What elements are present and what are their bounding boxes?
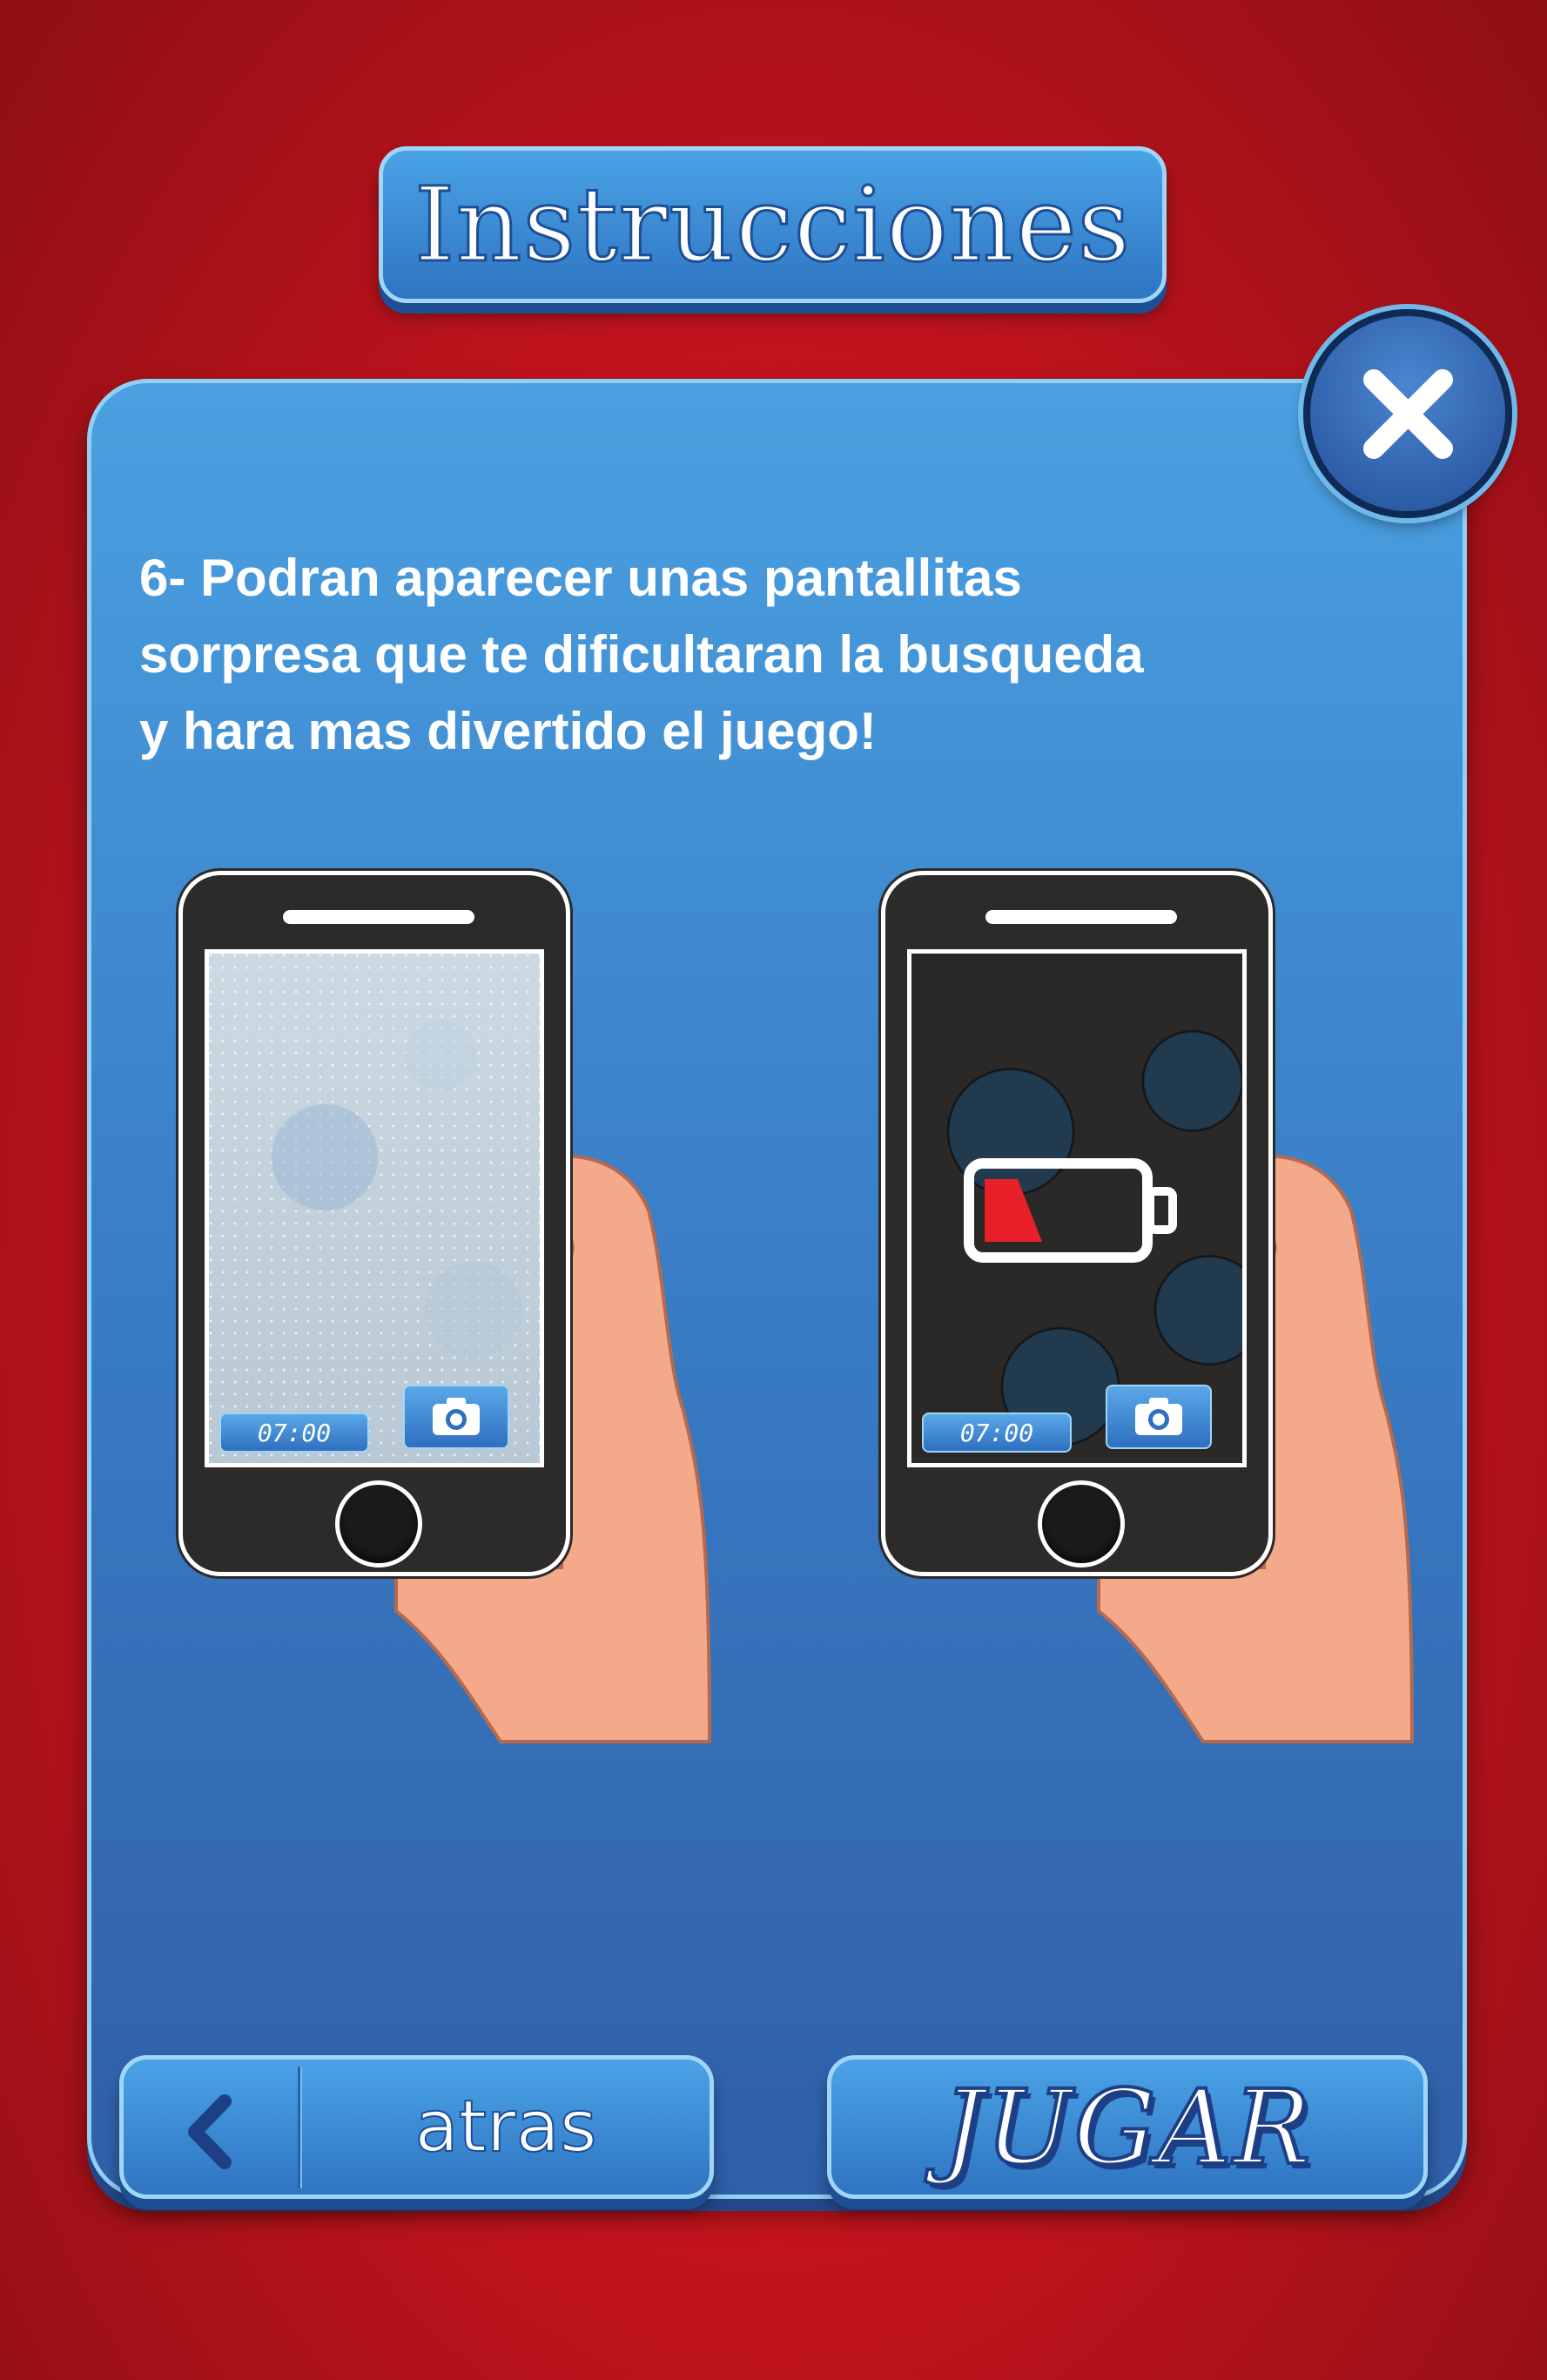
title-banner: Instrucciones bbox=[379, 146, 1167, 303]
timer-display: 07:00 bbox=[219, 1412, 369, 1453]
phone-speaker bbox=[283, 910, 474, 924]
timer-display: 07:00 bbox=[922, 1412, 1072, 1453]
back-button-divider bbox=[298, 2066, 300, 2188]
phone-screen-frost: 07:00 bbox=[205, 949, 544, 1467]
camera-button bbox=[1106, 1385, 1212, 1449]
chevron-left-icon bbox=[188, 2094, 232, 2169]
camera-button bbox=[403, 1385, 509, 1449]
camera-icon bbox=[1135, 1398, 1182, 1435]
home-button bbox=[335, 1480, 422, 1568]
close-icon bbox=[1363, 369, 1453, 459]
play-button[interactable]: JUGAR bbox=[827, 2055, 1428, 2199]
instruction-text: 6- Podran aparecer unas pantallitas sorp… bbox=[139, 549, 1144, 760]
home-button bbox=[1038, 1480, 1125, 1568]
phone-body: 07:00 bbox=[881, 871, 1273, 1576]
page-title: Instrucciones bbox=[413, 164, 1132, 287]
camera-icon bbox=[433, 1398, 480, 1435]
back-button[interactable]: atras bbox=[119, 2055, 714, 2199]
phone-screen-dark: 07:00 bbox=[907, 949, 1247, 1467]
phone-illustration-frost: 07:00 bbox=[178, 871, 718, 1750]
low-battery-icon bbox=[964, 1158, 1177, 1263]
close-button[interactable] bbox=[1303, 309, 1512, 518]
phone-body: 07:00 bbox=[178, 871, 570, 1576]
play-button-label: JUGAR bbox=[940, 2066, 1313, 2189]
phone-speaker bbox=[985, 910, 1177, 924]
back-button-label: atras bbox=[414, 2085, 597, 2169]
phone-illustration-battery: 07:00 bbox=[881, 871, 1421, 1750]
